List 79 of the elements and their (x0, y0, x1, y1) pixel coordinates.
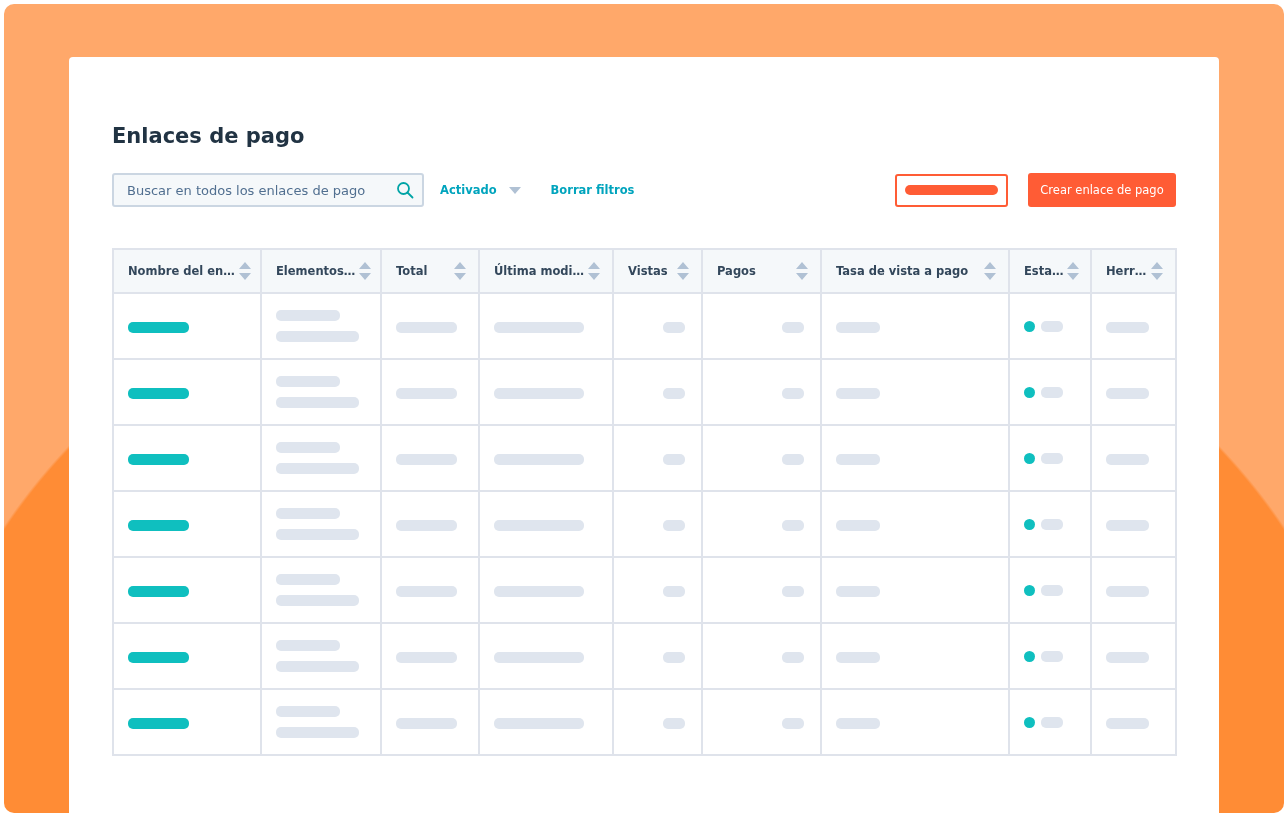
placeholder-bar (276, 508, 340, 519)
column-header[interactable]: Última modi… (479, 249, 613, 293)
placeholder-bar (1041, 518, 1063, 530)
column-header[interactable]: Total (381, 249, 479, 293)
column-header[interactable]: Herr… (1091, 249, 1176, 293)
column-header[interactable]: Vistas (613, 249, 702, 293)
placeholder-bar (663, 519, 685, 531)
link-placeholder-bar[interactable] (128, 717, 189, 729)
search-icon (396, 181, 414, 199)
link-placeholder-bar[interactable] (128, 585, 189, 597)
sort-icon (796, 262, 808, 280)
placeholder-bar (836, 387, 880, 399)
sort-icon (677, 262, 689, 280)
placeholder-bar (782, 585, 804, 597)
placeholder-bar (1106, 519, 1149, 531)
placeholder-bar (782, 321, 804, 333)
link-placeholder-bar[interactable] (128, 651, 189, 663)
placeholder-bar (276, 376, 340, 387)
placeholder-bar (836, 585, 880, 597)
placeholder-bar (1041, 584, 1063, 596)
placeholder-bar (396, 519, 457, 531)
page-title: Enlaces de pago (112, 123, 306, 149)
placeholder-bar (1041, 386, 1063, 398)
placeholder-bar (782, 387, 804, 399)
placeholder-bar (396, 387, 457, 399)
placeholder-bar (276, 310, 340, 321)
placeholder-bar (782, 651, 804, 663)
sort-icon (238, 262, 251, 280)
sort-icon (1067, 262, 1080, 280)
placeholder-bar (1106, 321, 1149, 333)
placeholder-bar (1106, 717, 1149, 729)
placeholder-bar (836, 651, 880, 663)
placeholder-bar (782, 453, 804, 465)
caret-icon (508, 186, 521, 194)
placeholder-bar (1041, 650, 1063, 662)
placeholder-bar (663, 585, 685, 597)
placeholder-bar (1041, 716, 1063, 728)
sort-icon (454, 262, 466, 280)
placeholder-bar (663, 453, 685, 465)
placeholder-bar (396, 651, 457, 663)
placeholder-bar (276, 442, 340, 453)
sort-icon (1151, 262, 1163, 280)
placeholder-bar (1106, 585, 1149, 597)
placeholder-bar (1106, 387, 1149, 399)
sort-icon (588, 262, 601, 280)
placeholder-bar (663, 717, 685, 729)
column-header[interactable]: Elementos… (261, 249, 381, 293)
placeholder-bar (1041, 320, 1063, 332)
placeholder-bar (396, 321, 457, 333)
placeholder-bar (276, 574, 340, 585)
secondary-button[interactable] (895, 173, 1008, 207)
column-header[interactable]: Pagos (702, 249, 821, 293)
column-header[interactable]: Esta… (1009, 249, 1091, 293)
sort-icon (359, 262, 372, 280)
placeholder-bar (836, 717, 880, 729)
column-header[interactable]: Nombre del en… (113, 249, 261, 293)
placeholder-bar (1041, 452, 1063, 464)
placeholder-bar (276, 640, 340, 651)
placeholder-bar (836, 321, 880, 333)
placeholder-bar (396, 453, 457, 465)
placeholder-bar (663, 651, 685, 663)
placeholder-bar (276, 706, 340, 717)
placeholder-bar (782, 519, 804, 531)
placeholder-bar (396, 717, 457, 729)
link-placeholder-bar[interactable] (128, 453, 189, 465)
link-placeholder-bar[interactable] (128, 519, 189, 531)
placeholder-bar (1106, 651, 1149, 663)
sort-icon (984, 262, 996, 280)
search-field[interactable]: Buscar en todos los enlaces de pago (112, 173, 424, 207)
link-placeholder-bar[interactable] (128, 387, 189, 399)
placeholder-bar (663, 321, 685, 333)
placeholder-bar (836, 453, 880, 465)
placeholder-bar (836, 519, 880, 531)
placeholder-bar (1106, 453, 1149, 465)
placeholder-bar (663, 387, 685, 399)
link-placeholder-bar[interactable] (128, 321, 189, 333)
placeholder-bar (782, 717, 804, 729)
placeholder-bar (396, 585, 457, 597)
column-header[interactable]: Tasa de vista a pago (821, 249, 1009, 293)
